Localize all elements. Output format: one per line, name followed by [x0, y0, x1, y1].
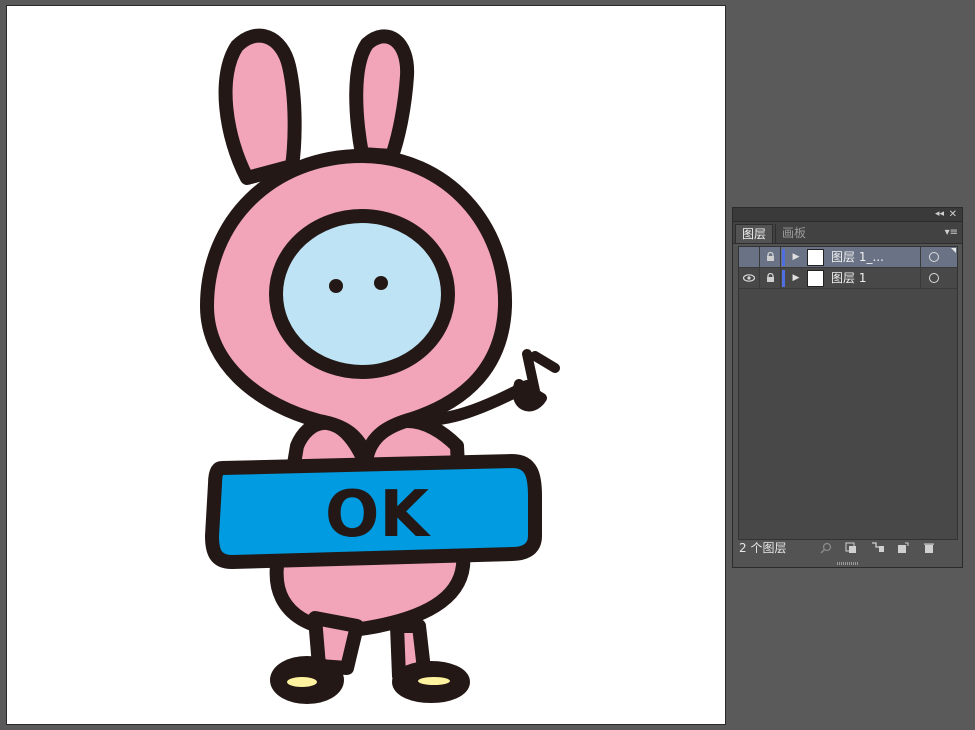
- delete-layer-icon[interactable]: [923, 542, 937, 554]
- expand-arrow-icon[interactable]: ▶: [791, 268, 801, 288]
- create-new-layer-icon[interactable]: [897, 542, 911, 554]
- resize-grip[interactable]: [837, 562, 859, 565]
- hand: [512, 349, 560, 412]
- layer-thumbnail: [807, 270, 824, 287]
- expand-arrow-icon[interactable]: ▶: [791, 247, 801, 267]
- banner-text: OK: [325, 478, 431, 552]
- right-shoe-highlight: [418, 677, 450, 685]
- right-ear: [349, 29, 415, 163]
- lock-toggle[interactable]: [760, 268, 781, 288]
- layer-color-bar: [782, 270, 785, 287]
- visibility-toggle[interactable]: [739, 268, 760, 288]
- layer-thumbnail: [807, 249, 824, 266]
- left-shoe-highlight: [287, 677, 317, 687]
- panel-menu-icon[interactable]: ▾≡: [945, 224, 958, 241]
- lock-icon: [766, 272, 774, 282]
- layer-name[interactable]: 图层 1: [831, 268, 921, 288]
- selection-indicator-icon: [951, 248, 956, 253]
- left-eye: [329, 279, 343, 293]
- target-toggle[interactable]: [920, 247, 957, 267]
- panel-titlebar[interactable]: ◂◂ ✕: [733, 208, 962, 222]
- create-sublayer-icon[interactable]: [871, 542, 885, 554]
- locate-object-icon[interactable]: [820, 542, 834, 554]
- layer-row[interactable]: ▶ 图层 1: [739, 268, 957, 289]
- bunny-illustration: OK: [200, 28, 560, 704]
- close-icon[interactable]: ✕: [949, 208, 957, 221]
- tab-layers[interactable]: 图层: [735, 224, 774, 243]
- artboard[interactable]: OK: [6, 5, 726, 725]
- panel-footer: 2 个图层: [733, 537, 962, 567]
- eye-icon: [742, 274, 756, 282]
- panel-tabs: 图层 画板 ▾≡: [733, 222, 962, 244]
- layers-panel: ◂◂ ✕ 图层 画板 ▾≡ ▶ 图层 1_... ▶ 图层 1 2 个图层: [732, 207, 963, 568]
- layer-count: 2 个图层: [739, 541, 787, 555]
- right-eye: [374, 276, 388, 290]
- layer-name[interactable]: 图层 1_...: [831, 247, 921, 267]
- lock-icon: [766, 251, 774, 261]
- target-circle-icon: [929, 273, 939, 283]
- layer-color-bar: [782, 249, 785, 266]
- face: [269, 209, 455, 379]
- target-circle-icon: [929, 252, 939, 262]
- tab-artboards[interactable]: 画板: [775, 224, 812, 243]
- layers-list: ▶ 图层 1_... ▶ 图层 1: [738, 246, 958, 540]
- visibility-toggle[interactable]: [739, 247, 760, 267]
- lock-toggle[interactable]: [760, 247, 781, 267]
- layer-row[interactable]: ▶ 图层 1_...: [739, 247, 957, 268]
- left-ear: [218, 28, 302, 185]
- target-toggle[interactable]: [920, 268, 957, 288]
- make-clipping-mask-icon[interactable]: [845, 542, 859, 554]
- collapse-panel-icon[interactable]: ◂◂: [935, 208, 944, 221]
